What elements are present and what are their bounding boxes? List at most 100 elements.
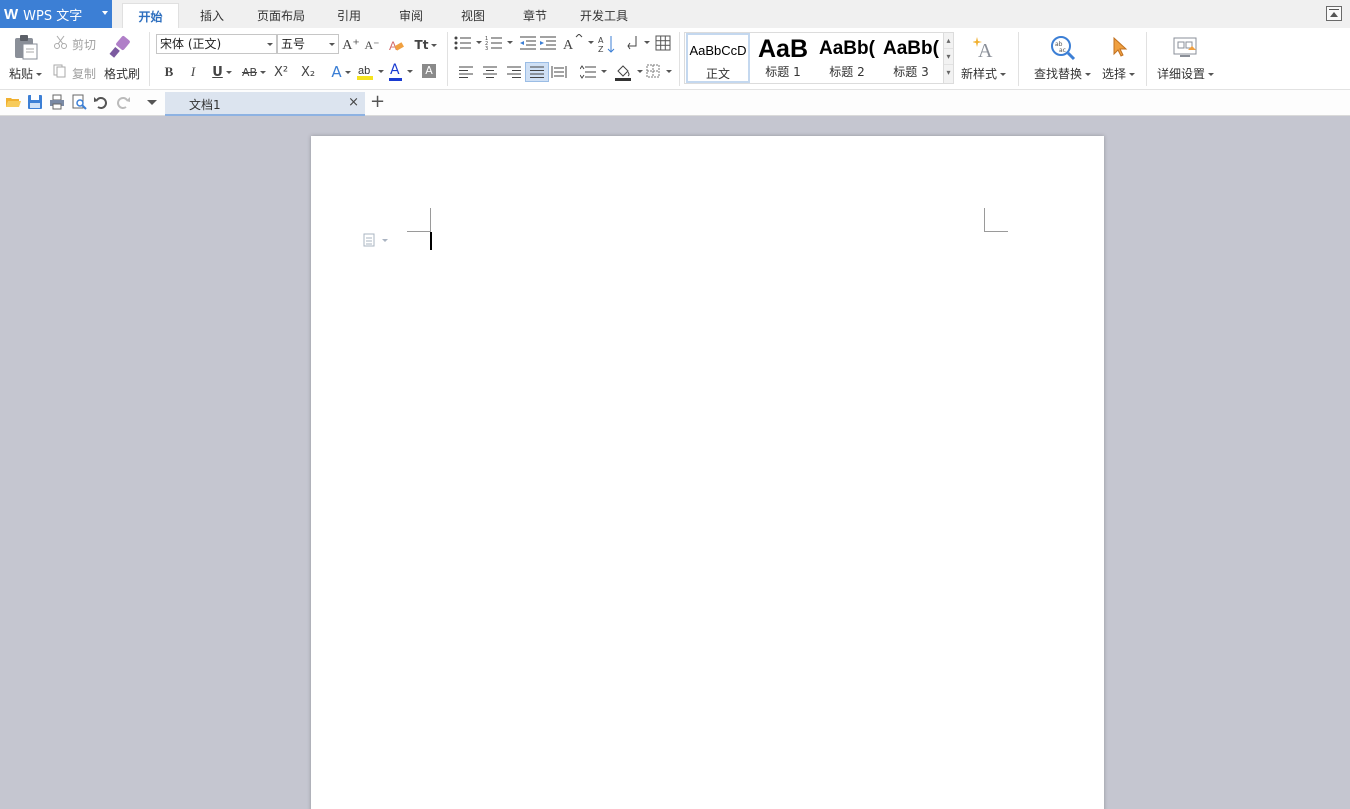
line-spacing-button[interactable] (579, 65, 608, 79)
bold-button[interactable]: B (160, 62, 178, 82)
tab-page-layout[interactable]: 页面布局 (250, 3, 312, 28)
underline-button[interactable]: U (208, 62, 236, 82)
tab-review[interactable]: 审阅 (389, 3, 433, 28)
font-color-icon: A (390, 62, 400, 78)
expand-icon[interactable]: ▾ (944, 65, 953, 81)
style-label: 标题 3 (893, 65, 929, 79)
paragraph-layout-icon[interactable] (363, 233, 393, 247)
new-tab-button[interactable]: + (370, 91, 385, 112)
sort-icon[interactable]: AZ (598, 34, 618, 54)
tab-developer[interactable]: 开发工具 (575, 3, 633, 28)
tab-insert[interactable]: 插入 (190, 3, 234, 28)
paste-button[interactable]: 粘贴 (9, 65, 43, 82)
justify-button[interactable] (525, 62, 549, 82)
align-center-icon[interactable] (483, 66, 497, 78)
settings-icon[interactable] (1172, 36, 1200, 60)
char-shading-button[interactable]: A (422, 64, 436, 78)
font-size-select[interactable]: 五号 (277, 34, 339, 54)
tab-chapter[interactable]: 章节 (513, 3, 557, 28)
style-sample: AaBbCcD (689, 43, 747, 58)
tab-view[interactable]: 视图 (451, 3, 495, 28)
scroll-down-icon[interactable]: ▾ (944, 49, 953, 65)
chevron-down-icon (329, 43, 335, 46)
tab-start[interactable]: 开始 (122, 3, 179, 28)
font-size-value: 五号 (281, 37, 306, 51)
undo-icon[interactable] (93, 94, 109, 110)
print-preview-icon[interactable] (71, 94, 87, 110)
increase-indent-icon[interactable] (540, 36, 556, 50)
scroll-up-icon[interactable]: ▴ (944, 33, 953, 49)
collapse-ribbon-button[interactable] (1326, 6, 1342, 21)
print-icon[interactable] (49, 94, 65, 110)
style-sample: AaBb( (883, 38, 939, 59)
style-label: 正文 (705, 67, 730, 81)
app-menu-button[interactable]: W WPS 文字 (0, 0, 112, 28)
bullet-list-button[interactable] (454, 36, 482, 52)
divider (1146, 32, 1147, 86)
paste-icon[interactable] (12, 34, 40, 60)
subscript-button[interactable]: X₂ (298, 62, 318, 82)
table-grid-icon[interactable] (655, 35, 671, 51)
chevron-down-icon (102, 11, 108, 15)
close-icon[interactable]: × (348, 95, 359, 110)
style-heading-2[interactable]: AaBb( 标题 2 (815, 33, 879, 83)
cursor-arrow-icon[interactable] (1110, 36, 1130, 58)
italic-button[interactable]: I (184, 62, 202, 82)
superscript-button[interactable]: X² (272, 62, 290, 82)
format-painter-icon[interactable] (108, 34, 134, 60)
align-right-icon[interactable] (507, 66, 521, 78)
document-tab[interactable]: 文档1 × (165, 92, 365, 116)
new-style-icon[interactable]: A (972, 35, 999, 62)
style-heading-3[interactable]: AaBb( 标题 3 (879, 33, 943, 83)
style-normal[interactable]: AaBbCcD 正文 (686, 33, 750, 83)
chevron-down-icon (476, 41, 482, 44)
tab-references[interactable]: 引用 (327, 3, 371, 28)
svg-text:ab: ab (358, 65, 370, 77)
find-replace-button[interactable]: 查找替换 (1034, 65, 1092, 82)
eraser-icon[interactable]: A (388, 37, 404, 53)
new-style-button[interactable]: 新样式 (961, 65, 1007, 82)
change-case-button[interactable]: A (563, 33, 594, 53)
borders-button[interactable] (646, 64, 674, 80)
phonetic-button[interactable]: Tt (412, 35, 440, 55)
strikethrough-button[interactable]: AB (240, 62, 268, 82)
format-painter-button[interactable]: 格式刷 (104, 65, 140, 82)
save-icon[interactable] (27, 94, 43, 110)
quick-access-bar: 文档1 × + (0, 90, 1350, 116)
decrease-indent-icon[interactable] (520, 36, 536, 50)
select-button[interactable]: 选择 (1102, 65, 1136, 82)
style-heading-1[interactable]: AaB 标题 1 (751, 33, 815, 83)
document-page[interactable] (311, 136, 1104, 809)
text-effect-button[interactable]: A (328, 62, 354, 82)
font-family-value: 宋体 (正文) (160, 37, 222, 51)
cut-button[interactable]: 剪切 (72, 36, 96, 53)
numbered-list-button[interactable]: 123 (485, 36, 513, 52)
align-left-icon[interactable] (459, 66, 473, 78)
find-replace-icon[interactable]: ab ac (1049, 35, 1077, 61)
show-marks-button[interactable] (626, 34, 652, 52)
svg-text:3: 3 (485, 46, 488, 50)
style-sample: AaBb( (819, 38, 875, 59)
font-color-button[interactable]: A (388, 62, 414, 82)
shading-button[interactable] (615, 63, 643, 81)
text-cursor (430, 232, 432, 250)
distribute-icon[interactable] (551, 66, 567, 78)
style-sample: AaB (757, 35, 808, 63)
gallery-scrollbar[interactable]: ▴ ▾ ▾ (943, 33, 953, 83)
customize-toolbar-icon[interactable] (146, 94, 162, 110)
svg-text:Z: Z (598, 45, 604, 54)
highlight-button[interactable]: ab (357, 63, 385, 81)
style-label: 标题 2 (829, 65, 865, 79)
shrink-font-button[interactable]: A⁻ (363, 35, 381, 55)
copy-button[interactable]: 复制 (72, 65, 96, 82)
select-label: 选择 (1102, 67, 1127, 81)
redo-icon[interactable] (115, 94, 131, 110)
chevron-down-icon (507, 41, 513, 44)
strikethrough-label: AB (241, 65, 258, 79)
open-folder-icon[interactable] (5, 94, 21, 110)
svg-text:A: A (598, 36, 604, 45)
font-family-select[interactable]: 宋体 (正文) (156, 34, 277, 54)
detailed-settings-label: 详细设置 (1157, 67, 1206, 81)
grow-font-button[interactable]: A⁺ (342, 35, 360, 55)
detailed-settings-button[interactable]: 详细设置 (1157, 65, 1215, 82)
